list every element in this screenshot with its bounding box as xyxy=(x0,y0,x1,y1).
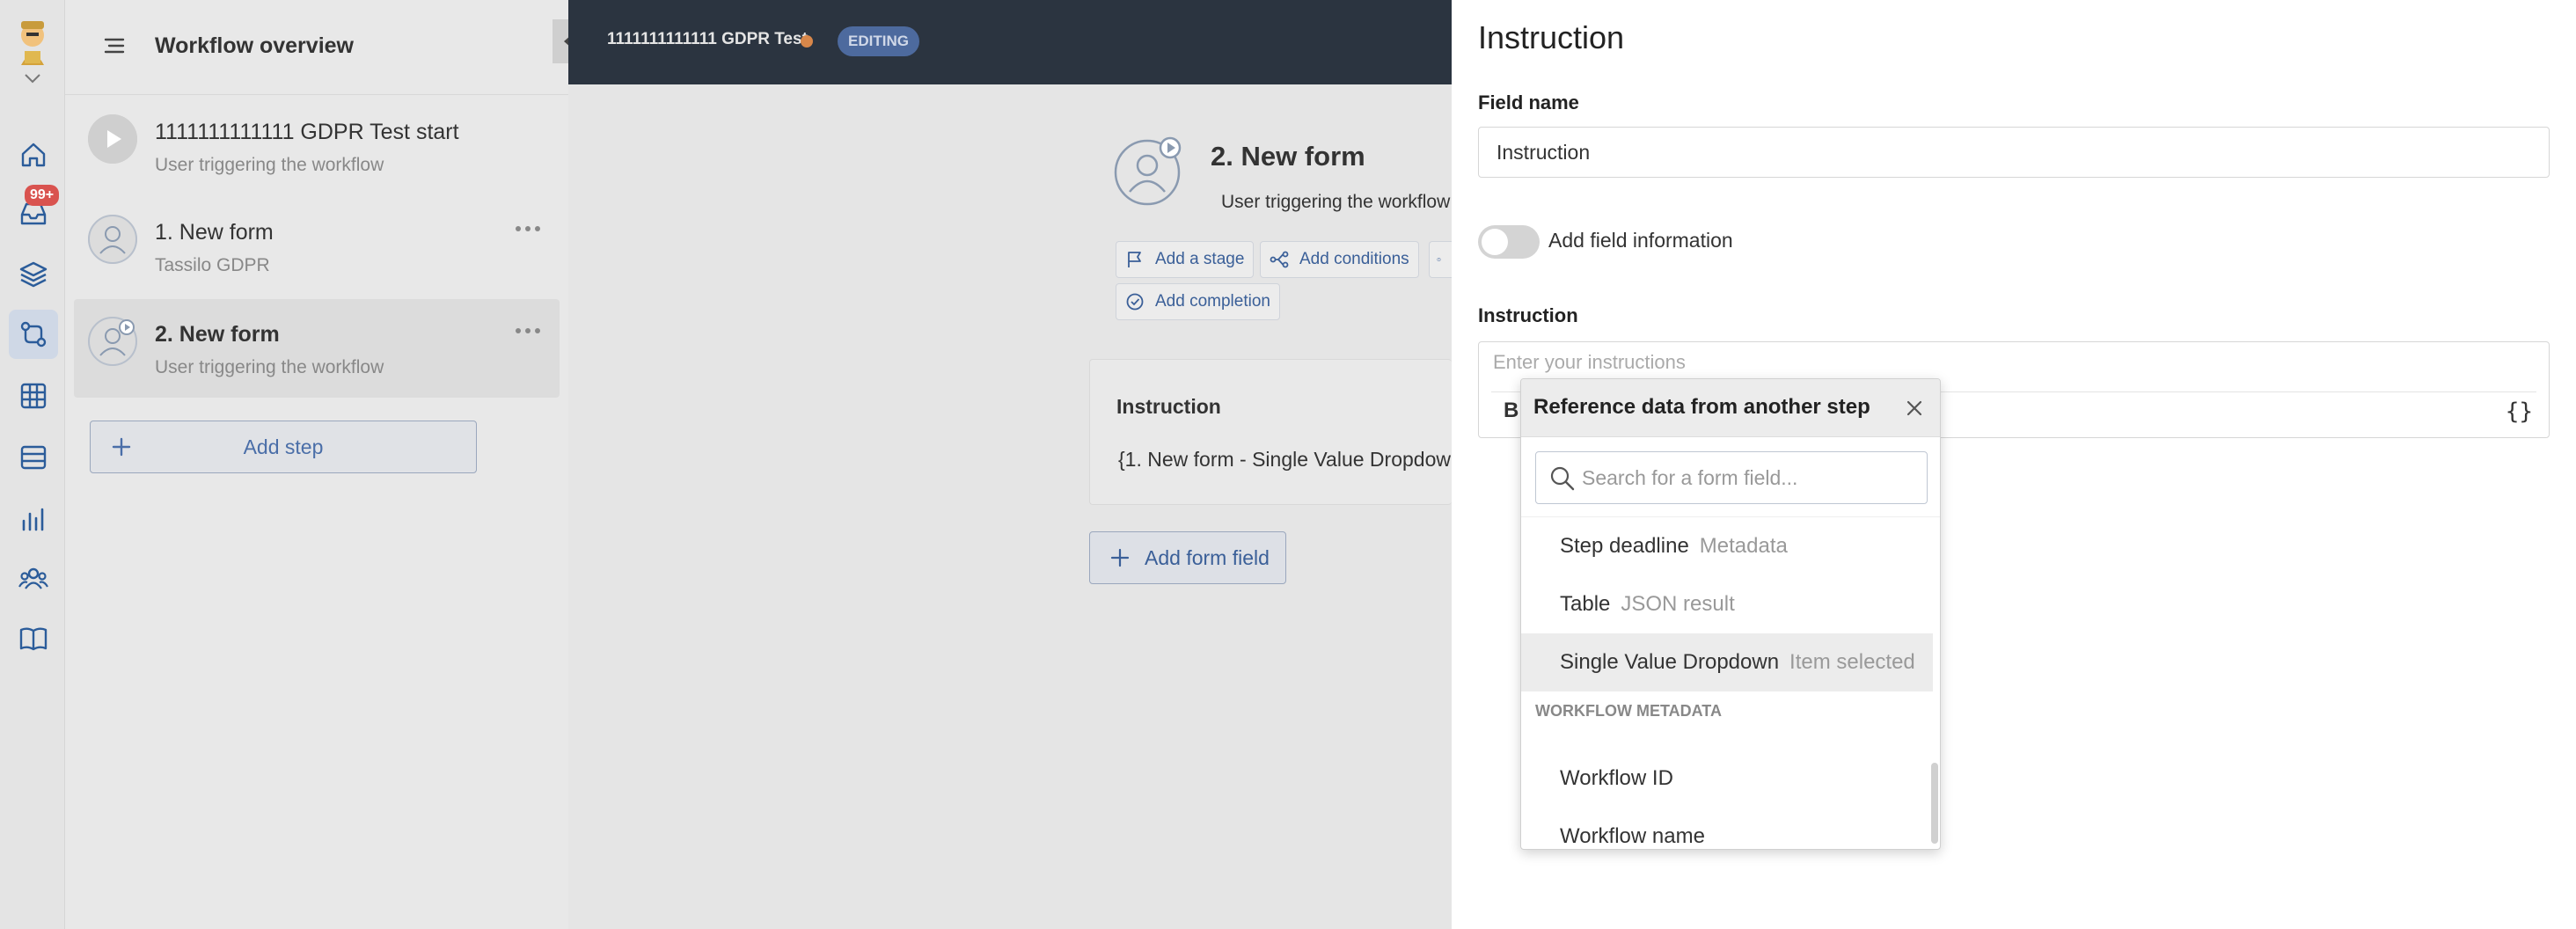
workflow-step-start[interactable]: 1111111111111 GDPR Test start User trigg… xyxy=(74,97,560,195)
plus-icon xyxy=(1110,548,1130,567)
home-icon[interactable] xyxy=(16,137,51,172)
form-title: 2. New form xyxy=(1211,141,1365,172)
insert-reference-button[interactable]: {} xyxy=(2506,399,2533,425)
add-form-field-button[interactable]: Add form field xyxy=(1089,531,1286,584)
bold-button[interactable]: B xyxy=(1504,399,1519,423)
user-play-icon xyxy=(1114,136,1182,206)
unsaved-dot xyxy=(801,35,813,48)
step-title: 1. New form xyxy=(155,220,274,245)
more-options-icon[interactable] xyxy=(514,223,542,234)
option-meta: Item selected xyxy=(1789,650,1915,674)
table-icon[interactable] xyxy=(16,378,51,413)
option-single-value-dropdown[interactable]: Single Value Dropdown Item selected xyxy=(1521,633,1933,691)
option-workflow-name[interactable]: Workflow name xyxy=(1521,808,1933,849)
toggle-label: Add field information xyxy=(1548,229,1733,252)
field-name-input[interactable] xyxy=(1478,127,2550,178)
add-conditions-button[interactable]: Add conditions xyxy=(1260,241,1419,278)
option-label: Workflow name xyxy=(1560,824,1705,848)
reference-data-popover: Reference data from another step Step de… xyxy=(1520,378,1941,850)
field-information-toggle[interactable] xyxy=(1478,225,1540,259)
popover-title: Reference data from another step xyxy=(1533,395,1870,419)
add-deadline-button[interactable] xyxy=(1429,241,1452,278)
search-input[interactable] xyxy=(1582,461,1916,494)
icon-rail: 99+ xyxy=(0,0,65,929)
search-icon xyxy=(1550,466,1575,491)
group-label-workflow-metadata: WORKFLOW METADATA xyxy=(1535,702,1722,720)
menu-list-icon[interactable] xyxy=(100,32,128,60)
user-play-icon xyxy=(88,317,137,366)
add-stage-label: Add a stage xyxy=(1155,250,1245,268)
popover-scrollbar[interactable] xyxy=(1931,763,1938,844)
reference-options-list: Step deadline Metadata Table JSON result S… xyxy=(1521,516,1940,849)
option-label: Table xyxy=(1560,592,1611,616)
search-field[interactable] xyxy=(1535,451,1928,504)
add-completion-button[interactable]: Add completion xyxy=(1116,283,1280,320)
step-subtitle: User triggering the workflow xyxy=(155,357,384,377)
play-icon xyxy=(88,114,137,164)
instruction-label: Instruction xyxy=(1478,304,1578,326)
popover-header: Reference data from another step xyxy=(1521,379,1940,437)
status-badge: EDITING xyxy=(838,26,919,56)
clock-icon xyxy=(1437,257,1441,262)
option-step-deadline[interactable]: Step deadline Metadata xyxy=(1521,517,1933,575)
add-completion-label: Add completion xyxy=(1155,292,1270,311)
instruction-placeholder: Enter your instructions xyxy=(1493,351,1686,373)
sidebar-title: Workflow overview xyxy=(155,33,354,58)
option-label: Workflow ID xyxy=(1560,766,1673,790)
field-name-label: Field name xyxy=(1478,91,1579,113)
flag-icon xyxy=(1128,252,1141,267)
workflow-name: 1111111111111 GDPR Test xyxy=(607,30,808,48)
layers-icon[interactable] xyxy=(16,257,51,292)
panel-title: Instruction xyxy=(1478,19,1625,55)
close-icon[interactable] xyxy=(1905,399,1924,418)
user-icon xyxy=(88,215,137,264)
add-step-label: Add step xyxy=(243,435,324,458)
top-bar: 1111111111111 GDPR Test EDITING xyxy=(568,0,1452,84)
book-icon[interactable] xyxy=(16,621,51,656)
chevron-down-icon[interactable] xyxy=(23,72,42,84)
option-meta: Metadata xyxy=(1699,534,1788,558)
workflow-sidebar: Workflow overview 1111111111111 GDPR Tes… xyxy=(65,0,568,929)
add-form-field-label: Add form field xyxy=(1145,546,1270,569)
workflow-step-2[interactable]: 2. New form User triggering the workflow xyxy=(74,299,560,398)
analytics-icon[interactable] xyxy=(16,501,51,537)
add-step-button[interactable]: Add step xyxy=(90,421,477,473)
branch-icon xyxy=(1270,251,1289,268)
check-circle-icon xyxy=(1126,293,1144,311)
notification-badge: 99+ xyxy=(25,185,60,206)
option-label: Single Value Dropdown xyxy=(1560,650,1780,674)
form-subtitle: User triggering the workflow xyxy=(1221,192,1451,212)
option-workflow-id[interactable]: Workflow ID xyxy=(1521,750,1933,808)
user-avatar-icon[interactable] xyxy=(12,18,53,65)
sidebar-header: Workflow overview xyxy=(65,0,568,95)
step-subtitle: Tassilo GDPR xyxy=(155,255,270,275)
instruction-field-card[interactable]: Instruction {1. New form - Single Value … xyxy=(1089,359,1462,505)
instruction-heading: Instruction xyxy=(1116,395,1221,418)
add-stage-button[interactable]: Add a stage xyxy=(1116,241,1255,278)
workflow-icon[interactable] xyxy=(9,310,58,359)
instruction-value: {1. New form - Single Value Dropdown xyxy=(1118,448,1462,471)
users-icon[interactable] xyxy=(16,561,51,596)
workflow-step-1[interactable]: 1. New form Tassilo GDPR xyxy=(74,197,560,296)
toggle-knob xyxy=(1482,229,1508,255)
workflow-canvas: 2. New form User triggering the workflow… xyxy=(568,84,1462,929)
step-subtitle: User triggering the workflow xyxy=(155,155,384,175)
step-title: 2. New form xyxy=(155,322,280,347)
option-label: Step deadline xyxy=(1560,534,1689,558)
more-options-icon[interactable] xyxy=(514,326,542,336)
step-title: 1111111111111 GDPR Test start xyxy=(155,120,459,144)
option-meta: JSON result xyxy=(1621,592,1735,616)
forms-icon[interactable] xyxy=(16,440,51,475)
option-table[interactable]: Table JSON result xyxy=(1521,575,1933,633)
add-conditions-label: Add conditions xyxy=(1299,250,1409,268)
